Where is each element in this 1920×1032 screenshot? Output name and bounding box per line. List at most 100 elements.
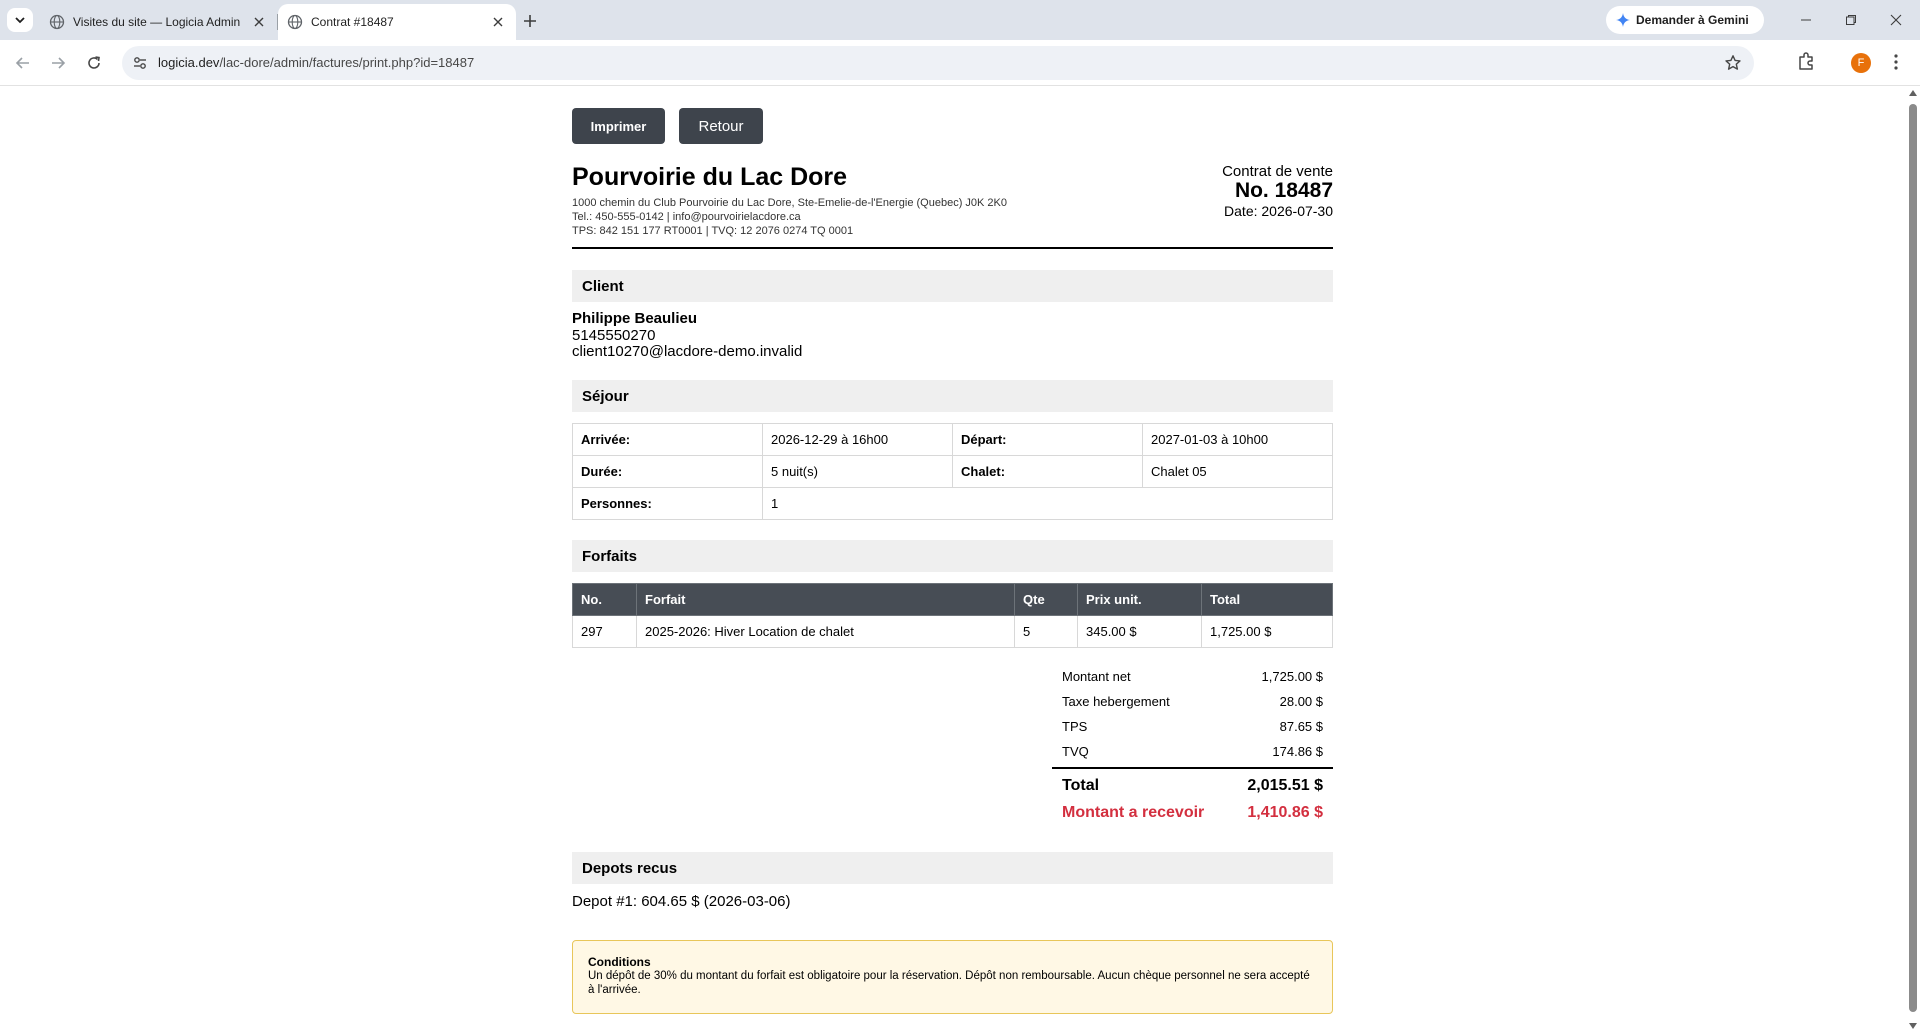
- tab-site-visits[interactable]: Visites du site — Logicia Admin: [40, 4, 277, 40]
- globe-icon: [287, 14, 303, 30]
- tab-title: Contrat #18487: [311, 15, 394, 29]
- globe-icon: [49, 14, 65, 30]
- scrollbar-thumb[interactable]: [1909, 104, 1917, 1012]
- company-tax-numbers: TPS: 842 151 177 RT0001 | TVQ: 12 2076 0…: [572, 225, 854, 237]
- conditions-text: Un dépôt de 30% du montant du forfait es…: [588, 970, 1310, 996]
- invoice-header: Pourvoirie du Lac Dore 1000 chemin du Cl…: [572, 163, 1333, 249]
- print-button[interactable]: Imprimer: [572, 108, 665, 144]
- grand-total-row: Total 2,015.51 $: [1052, 769, 1333, 799]
- close-icon[interactable]: [488, 12, 508, 32]
- forward-nav-button[interactable]: [46, 51, 70, 75]
- reload-button[interactable]: [82, 51, 106, 75]
- tvq-row: TVQ 174.86 $: [1052, 739, 1333, 764]
- company-contact: Tel.: 450-555-0142 | info@pourvoirielacd…: [572, 211, 801, 223]
- new-tab-button[interactable]: [519, 10, 541, 32]
- action-bar: Imprimer Retour: [572, 108, 763, 144]
- tab-contract[interactable]: Contrat #18487: [278, 4, 516, 40]
- conditions-box: Conditions Un dépôt de 30% du montant du…: [572, 940, 1333, 1014]
- minimize-button[interactable]: [1792, 8, 1820, 32]
- net-amount-value: 1,725.00 $: [1261, 669, 1323, 684]
- back-button[interactable]: Retour: [679, 108, 763, 144]
- stay-table: Arrivée: 2026-12-29 à 16h00 Départ: 2027…: [572, 423, 1333, 520]
- url-domain: logicia.dev: [158, 55, 220, 70]
- chalet-label: Chalet:: [952, 455, 1143, 488]
- amount-due-row: Montant a recevoir 1,410.86 $: [1052, 799, 1333, 829]
- package-no: 297: [572, 615, 637, 648]
- col-header-qty: Qte: [1014, 583, 1078, 616]
- client-info: Philippe Beaulieu 5145550270 client10270…: [572, 310, 803, 361]
- gemini-button[interactable]: Demander à Gemini: [1606, 6, 1764, 34]
- duration-label: Durée:: [572, 455, 763, 488]
- scroll-down-arrow[interactable]: [1909, 1023, 1917, 1029]
- col-header-no: No.: [572, 583, 637, 616]
- bookmark-star-icon[interactable]: [1724, 54, 1742, 72]
- minimize-icon: [1801, 19, 1811, 21]
- scroll-up-arrow[interactable]: [1909, 90, 1917, 96]
- address-bar[interactable]: logicia.dev/lac-dore/admin/factures/prin…: [122, 46, 1754, 80]
- extensions-icon[interactable]: [1796, 51, 1816, 71]
- lodging-tax-value: 28.00 $: [1279, 694, 1323, 709]
- reload-icon: [88, 56, 100, 69]
- contract-type: Contrat de vente: [1222, 163, 1333, 180]
- gemini-label: Demander à Gemini: [1636, 13, 1749, 27]
- close-icon[interactable]: [249, 12, 269, 32]
- table-row: Personnes: 1: [572, 487, 1333, 520]
- table-header-row: No. Forfait Qte Prix unit. Total: [572, 583, 1333, 616]
- profile-initial: F: [1857, 57, 1865, 69]
- client-section-title: Client: [572, 270, 1333, 302]
- table-row: Arrivée: 2026-12-29 à 16h00 Départ: 2027…: [572, 423, 1333, 456]
- departure-label: Départ:: [952, 423, 1143, 456]
- url-path: /lac-dore/admin/factures/print.php?id=18…: [219, 55, 475, 70]
- deposits-section-title: Depots recus: [572, 852, 1333, 884]
- table-row: 297 2025-2026: Hiver Location de chalet …: [572, 615, 1333, 648]
- page-scrollbar[interactable]: [1906, 87, 1920, 1032]
- tvq-value: 174.86 $: [1272, 744, 1323, 759]
- window-close-button[interactable]: [1882, 8, 1910, 32]
- conditions-title: Conditions: [588, 955, 651, 969]
- contract-number: No. 18487: [1234, 179, 1333, 202]
- package-unit-price: 345.00 $: [1077, 615, 1202, 648]
- more-vert-icon[interactable]: [1888, 52, 1904, 72]
- col-header-total: Total: [1201, 583, 1333, 616]
- tps-value: 87.65 $: [1279, 719, 1323, 734]
- deposit-item: Depot #1: 604.65 $ (2026-03-06): [572, 893, 791, 910]
- stay-section-title: Séjour: [572, 380, 1333, 412]
- tvq-label: TVQ: [1062, 744, 1089, 759]
- arrow-right-icon: [52, 57, 66, 69]
- tab-title: Visites du site — Logicia Admin: [73, 15, 241, 29]
- client-phone: 5145550270: [572, 326, 656, 344]
- back-nav-button[interactable]: [11, 51, 35, 75]
- totals-block: Montant net 1,725.00 $ Taxe hebergement …: [1052, 664, 1333, 829]
- chalet-value: Chalet 05: [1142, 455, 1333, 488]
- tab-search-button[interactable]: [7, 8, 33, 32]
- col-header-package: Forfait: [636, 583, 1015, 616]
- close-icon: [1890, 14, 1902, 26]
- page-viewport: Imprimer Retour Pourvoirie du Lac Dore 1…: [0, 87, 1920, 1032]
- restore-icon: [1846, 15, 1856, 25]
- plus-icon: [524, 15, 536, 27]
- arrival-label: Arrivée:: [572, 423, 763, 456]
- grand-total-label: Total: [1062, 777, 1100, 794]
- table-row: Durée: 5 nuit(s) Chalet: Chalet 05: [572, 455, 1333, 488]
- departure-value: 2027-01-03 à 10h00: [1142, 423, 1333, 456]
- site-settings-icon[interactable]: [132, 55, 148, 71]
- net-amount-row: Montant net 1,725.00 $: [1052, 664, 1333, 689]
- amount-due-value: 1,410.86 $: [1247, 804, 1323, 821]
- package-qty: 5: [1014, 615, 1078, 648]
- tps-label: TPS: [1062, 719, 1088, 734]
- col-header-unit-price: Prix unit.: [1077, 583, 1202, 616]
- url-text: logicia.dev/lac-dore/admin/factures/prin…: [158, 55, 474, 70]
- package-name: 2025-2026: Hiver Location de chalet: [636, 615, 1015, 648]
- client-email: client10270@lacdore-demo.invalid: [572, 343, 803, 360]
- persons-label: Personnes:: [572, 487, 763, 520]
- persons-value: 1: [762, 487, 1333, 520]
- profile-avatar[interactable]: F: [1851, 53, 1871, 73]
- restore-button[interactable]: [1837, 8, 1865, 32]
- lodging-tax-row: Taxe hebergement 28.00 $: [1052, 689, 1333, 714]
- company-name: Pourvoirie du Lac Dore: [572, 163, 848, 191]
- arrival-value: 2026-12-29 à 16h00: [762, 423, 953, 456]
- duration-value: 5 nuit(s): [762, 455, 953, 488]
- packages-table: No. Forfait Qte Prix unit. Total 297 202…: [572, 583, 1333, 648]
- arrow-left-icon: [15, 57, 29, 69]
- net-amount-label: Montant net: [1062, 669, 1131, 684]
